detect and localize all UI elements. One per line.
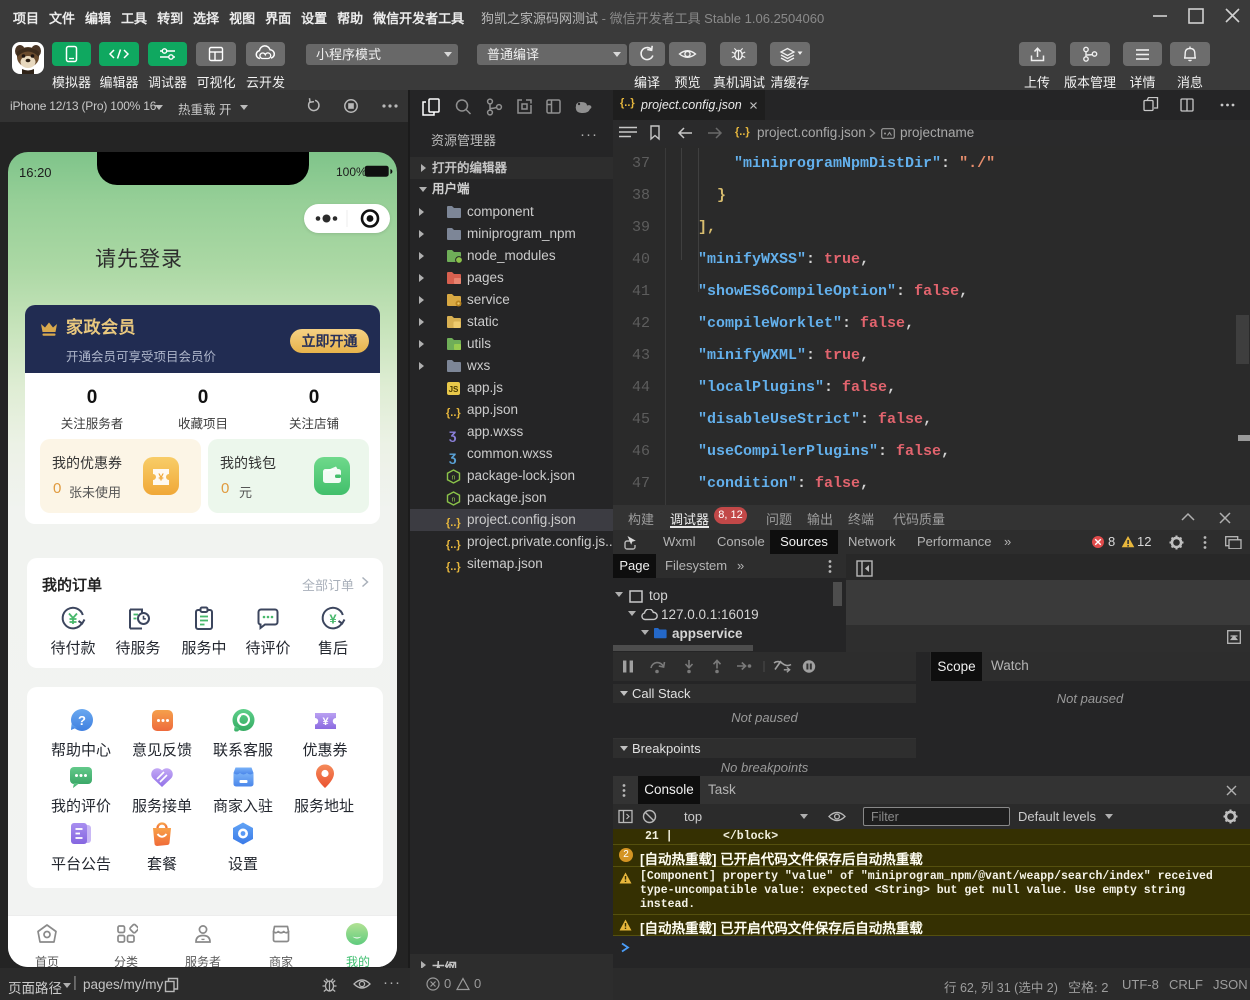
svg-text:¥: ¥ [158,473,164,484]
svg-text:n: n [452,497,456,504]
svg-text:?: ? [78,713,86,728]
svg-text:¥: ¥ [329,612,337,627]
svg-text:¥: ¥ [322,716,329,728]
svg-text:JS: JS [449,385,459,394]
svg-text:n: n [452,475,456,482]
